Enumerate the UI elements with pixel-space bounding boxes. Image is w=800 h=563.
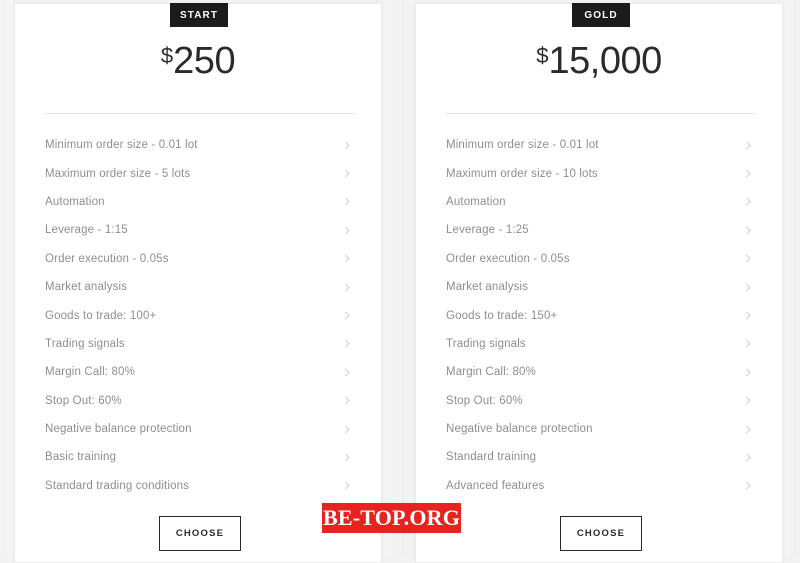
chevron-right-icon[interactable] bbox=[343, 396, 352, 405]
feature-list-gold: Minimum order size - 0.01 lot Maximum or… bbox=[446, 131, 756, 500]
chevron-right-icon[interactable] bbox=[744, 254, 753, 263]
feature-label: Automation bbox=[446, 195, 506, 208]
price-divider-gold bbox=[446, 113, 756, 114]
chevron-right-icon[interactable] bbox=[744, 481, 753, 490]
feature-label: Maximum order size - 5 lots bbox=[45, 167, 191, 180]
feature-row[interactable]: Advanced features bbox=[446, 472, 756, 500]
feature-row[interactable]: Order execution - 0.05s bbox=[446, 245, 756, 273]
chevron-right-icon[interactable] bbox=[744, 141, 753, 150]
chevron-right-icon[interactable] bbox=[744, 169, 753, 178]
chevron-right-icon[interactable] bbox=[343, 481, 352, 490]
feature-label: Standard training bbox=[446, 451, 537, 464]
feature-label: Leverage - 1:25 bbox=[446, 224, 529, 237]
watermark-badge: BE-TOP.ORG bbox=[322, 503, 461, 533]
feature-row[interactable]: Trading signals bbox=[446, 330, 756, 358]
feature-row[interactable]: Negative balance protection bbox=[446, 415, 756, 443]
feature-label: Goods to trade: 100+ bbox=[45, 309, 157, 322]
feature-label: Market analysis bbox=[446, 281, 529, 294]
feature-row[interactable]: Trading signals bbox=[45, 330, 355, 358]
feature-row[interactable]: Automation bbox=[45, 188, 355, 216]
feature-row[interactable]: Maximum order size - 5 lots bbox=[45, 159, 355, 187]
chevron-right-icon[interactable] bbox=[744, 197, 753, 206]
chevron-right-icon[interactable] bbox=[343, 311, 352, 320]
chevron-right-icon[interactable] bbox=[744, 425, 753, 434]
page-gutter-left bbox=[5, 0, 14, 555]
chevron-right-icon[interactable] bbox=[744, 368, 753, 377]
feature-label: Advanced features bbox=[446, 479, 545, 492]
feature-row[interactable]: Stop Out: 60% bbox=[446, 387, 756, 415]
plan-badge-gold: GOLD bbox=[572, 3, 630, 27]
feature-label: Automation bbox=[45, 195, 105, 208]
feature-row[interactable]: Goods to trade: 150+ bbox=[446, 301, 756, 329]
feature-row[interactable]: Minimum order size - 0.01 lot bbox=[45, 131, 355, 159]
plan-price-start: $250 bbox=[14, 42, 382, 80]
chevron-right-icon[interactable] bbox=[744, 339, 753, 348]
chevron-right-icon[interactable] bbox=[343, 169, 352, 178]
feature-row[interactable]: Negative balance protection bbox=[45, 415, 355, 443]
feature-row[interactable]: Leverage - 1:25 bbox=[446, 216, 756, 244]
feature-row[interactable]: Margin Call: 80% bbox=[446, 358, 756, 386]
feature-label: Order execution - 0.05s bbox=[446, 252, 570, 265]
feature-label: Trading signals bbox=[45, 337, 125, 350]
feature-label: Standard trading conditions bbox=[45, 479, 190, 492]
chevron-right-icon[interactable] bbox=[343, 339, 352, 348]
feature-label: Minimum order size - 0.01 lot bbox=[446, 139, 599, 152]
feature-row[interactable]: Standard training bbox=[446, 443, 756, 471]
chevron-right-icon[interactable] bbox=[343, 453, 352, 462]
feature-row[interactable]: Standard trading conditions bbox=[45, 472, 355, 500]
feature-row[interactable]: Maximum order size - 10 lots bbox=[446, 159, 756, 187]
price-divider-start bbox=[45, 113, 355, 114]
pricing-plans-screen: START $250 Minimum order size - 0.01 lot… bbox=[0, 0, 800, 563]
card-edge-line-middle bbox=[403, 0, 404, 555]
price-currency-symbol: $ bbox=[536, 43, 549, 68]
card-edge-line-right bbox=[795, 0, 796, 555]
price-amount: 250 bbox=[173, 40, 236, 82]
feature-label: Basic training bbox=[45, 451, 117, 464]
feature-label: Leverage - 1:15 bbox=[45, 224, 128, 237]
page-gutter-middle bbox=[383, 0, 392, 555]
feature-label: Stop Out: 60% bbox=[45, 394, 122, 407]
feature-row[interactable]: Margin Call: 80% bbox=[45, 358, 355, 386]
chevron-right-icon[interactable] bbox=[343, 141, 352, 150]
feature-label: Minimum order size - 0.01 lot bbox=[45, 139, 198, 152]
chevron-right-icon[interactable] bbox=[744, 396, 753, 405]
chevron-right-icon[interactable] bbox=[343, 197, 352, 206]
feature-row[interactable]: Minimum order size - 0.01 lot bbox=[446, 131, 756, 159]
feature-label: Stop Out: 60% bbox=[446, 394, 523, 407]
price-amount: 15,000 bbox=[548, 40, 663, 82]
feature-row[interactable]: Automation bbox=[446, 188, 756, 216]
feature-label: Market analysis bbox=[45, 281, 128, 294]
chevron-right-icon[interactable] bbox=[343, 283, 352, 292]
feature-label: Margin Call: 80% bbox=[45, 366, 135, 379]
feature-label: Negative balance protection bbox=[446, 423, 593, 436]
feature-label: Negative balance protection bbox=[45, 423, 192, 436]
feature-row[interactable]: Market analysis bbox=[446, 273, 756, 301]
feature-row[interactable]: Goods to trade: 100+ bbox=[45, 301, 355, 329]
chevron-right-icon[interactable] bbox=[744, 226, 753, 235]
feature-label: Margin Call: 80% bbox=[446, 366, 536, 379]
chevron-right-icon[interactable] bbox=[744, 311, 753, 320]
feature-row[interactable]: Stop Out: 60% bbox=[45, 387, 355, 415]
feature-row[interactable]: Order execution - 0.05s bbox=[45, 245, 355, 273]
chevron-right-icon[interactable] bbox=[343, 254, 352, 263]
feature-row[interactable]: Leverage - 1:15 bbox=[45, 216, 355, 244]
choose-button-gold[interactable]: CHOOSE bbox=[560, 516, 642, 551]
chevron-right-icon[interactable] bbox=[343, 226, 352, 235]
chevron-right-icon[interactable] bbox=[744, 283, 753, 292]
price-currency-symbol: $ bbox=[160, 43, 174, 68]
feature-row[interactable]: Basic training bbox=[45, 443, 355, 471]
page-gutter-right bbox=[783, 0, 792, 555]
chevron-right-icon[interactable] bbox=[744, 453, 753, 462]
feature-label: Order execution - 0.05s bbox=[45, 252, 169, 265]
chevron-right-icon[interactable] bbox=[343, 368, 352, 377]
chevron-right-icon[interactable] bbox=[343, 425, 352, 434]
choose-button-start[interactable]: CHOOSE bbox=[159, 516, 241, 551]
feature-label: Goods to trade: 150+ bbox=[446, 309, 558, 322]
feature-label: Maximum order size - 10 lots bbox=[446, 167, 598, 180]
feature-list-start: Minimum order size - 0.01 lot Maximum or… bbox=[45, 131, 355, 500]
feature-row[interactable]: Market analysis bbox=[45, 273, 355, 301]
plan-badge-start: START bbox=[170, 3, 228, 27]
feature-label: Trading signals bbox=[446, 337, 526, 350]
plan-price-gold: $15,000 bbox=[415, 42, 783, 80]
